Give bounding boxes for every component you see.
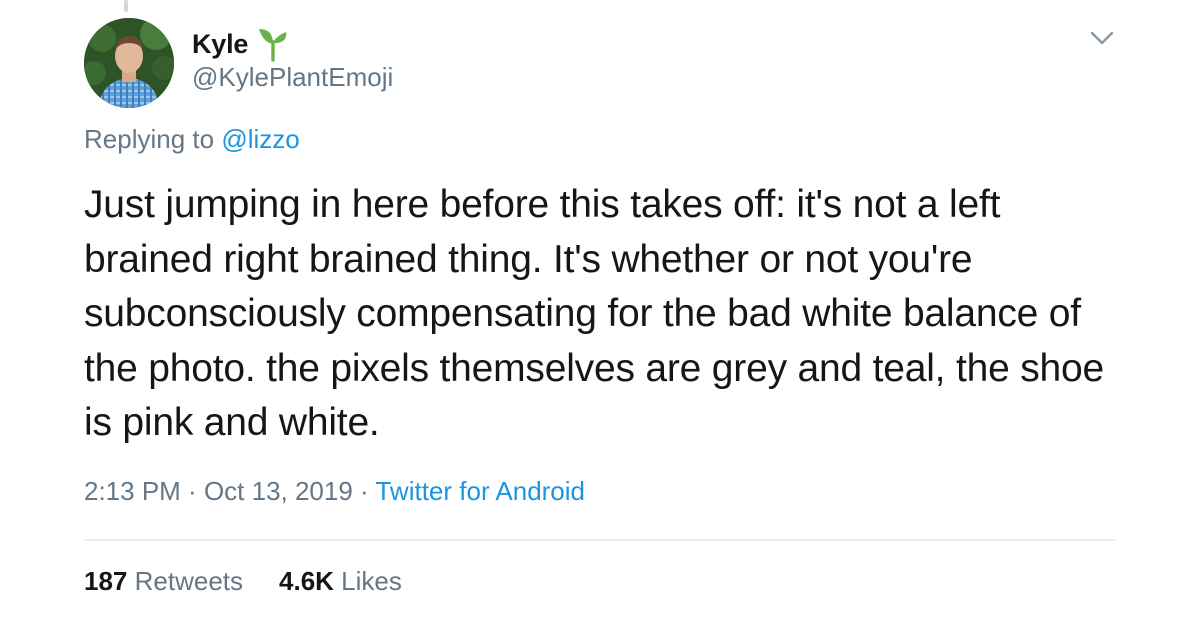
avatar-image (84, 18, 174, 108)
avatar[interactable] (84, 18, 174, 108)
divider (84, 539, 1116, 541)
likes-label: Likes (341, 566, 402, 596)
replying-to-line: Replying to @lizzo (84, 124, 300, 155)
retweets-label: Retweets (134, 566, 244, 596)
tweet-metadata: 2:13 PM · Oct 13, 2019 · Twitter for And… (84, 476, 585, 507)
retweets-count: 187 (84, 566, 128, 596)
likes-stat[interactable]: 4.6K Likes (279, 566, 402, 597)
meta-separator: · (352, 476, 376, 506)
replying-to-mention-link[interactable]: @lizzo (221, 124, 299, 154)
author-name-row: Kyle (192, 24, 290, 64)
likes-count: 4.6K (279, 566, 334, 596)
seedling-icon (256, 26, 290, 62)
author-handle[interactable]: @KylePlantEmoji (192, 62, 393, 93)
tweet-card: Kyle @KylePlantEmoji Replying to @lizzo … (0, 0, 1200, 628)
meta-separator: · (180, 476, 204, 506)
tweet-time[interactable]: 2:13 PM (84, 476, 181, 506)
tweet-text: Just jumping in here before this takes o… (84, 183, 1104, 444)
replying-to-label: Replying to (84, 124, 222, 154)
author-display-name[interactable]: Kyle (192, 29, 248, 60)
chevron-down-icon[interactable] (1088, 28, 1116, 48)
tweet-stats: 187 Retweets 4.6K Likes (84, 566, 402, 597)
tweet-date[interactable]: Oct 13, 2019 (204, 476, 353, 506)
thread-connector-line (124, 0, 128, 12)
retweets-stat[interactable]: 187 Retweets (84, 566, 243, 597)
tweet-source-link[interactable]: Twitter for Android (375, 476, 585, 506)
